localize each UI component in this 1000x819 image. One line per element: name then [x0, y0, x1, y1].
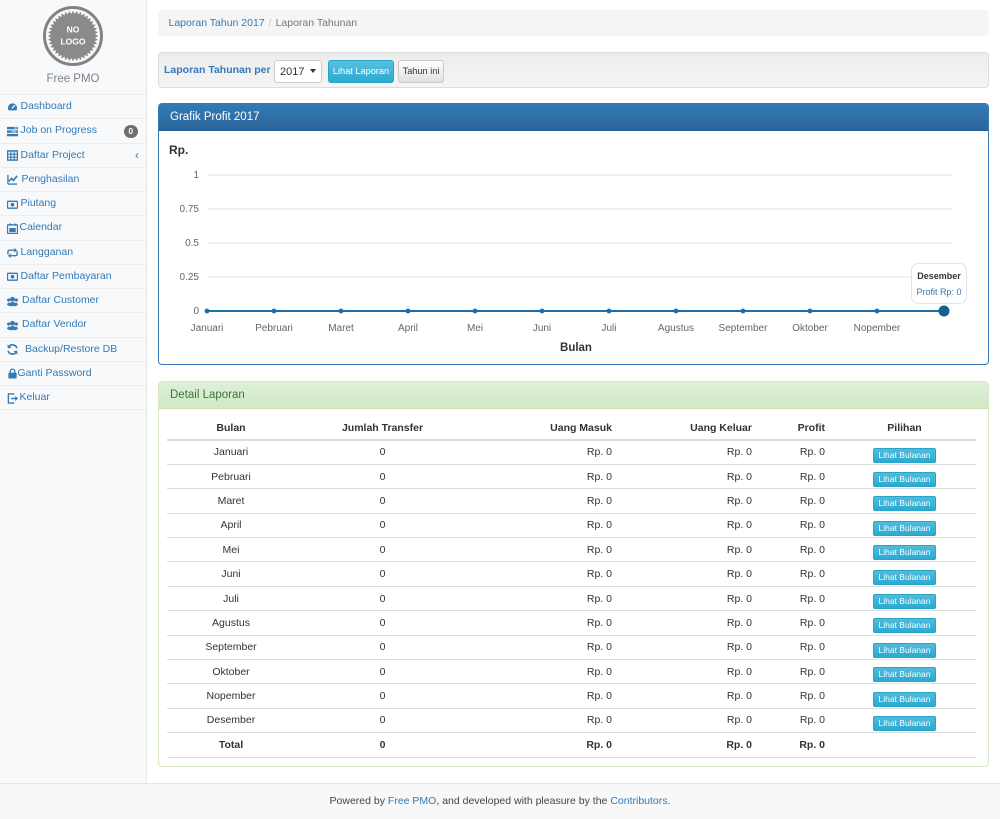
svg-text:1: 1 [193, 170, 199, 181]
svg-text:0.5: 0.5 [185, 238, 199, 249]
svg-text:Rp.: Rp. [169, 143, 188, 157]
svg-text:Agustus: Agustus [658, 323, 694, 334]
svg-text:Maret: Maret [328, 323, 354, 334]
svg-text:Juli: Juli [601, 323, 616, 334]
svg-text:April: April [398, 323, 418, 334]
svg-text:0.25: 0.25 [180, 272, 200, 283]
svg-text:Profit Rp: 0: Profit Rp: 0 [916, 287, 961, 297]
svg-text:Nopember: Nopember [854, 323, 901, 334]
svg-text:Juni: Juni [533, 323, 551, 334]
svg-text:Bulan: Bulan [560, 342, 592, 354]
svg-text:0.75: 0.75 [180, 204, 200, 215]
svg-text:Oktober: Oktober [792, 323, 828, 334]
svg-text:0: 0 [193, 306, 199, 317]
svg-text:Januari: Januari [191, 323, 224, 334]
svg-text:September: September [719, 323, 769, 334]
svg-text:Pebruari: Pebruari [255, 323, 293, 334]
svg-text:Mei: Mei [467, 323, 483, 334]
svg-text:NO: NO [67, 25, 80, 35]
svg-text:Desember: Desember [917, 271, 961, 281]
svg-text:LOGO: LOGO [60, 37, 85, 47]
